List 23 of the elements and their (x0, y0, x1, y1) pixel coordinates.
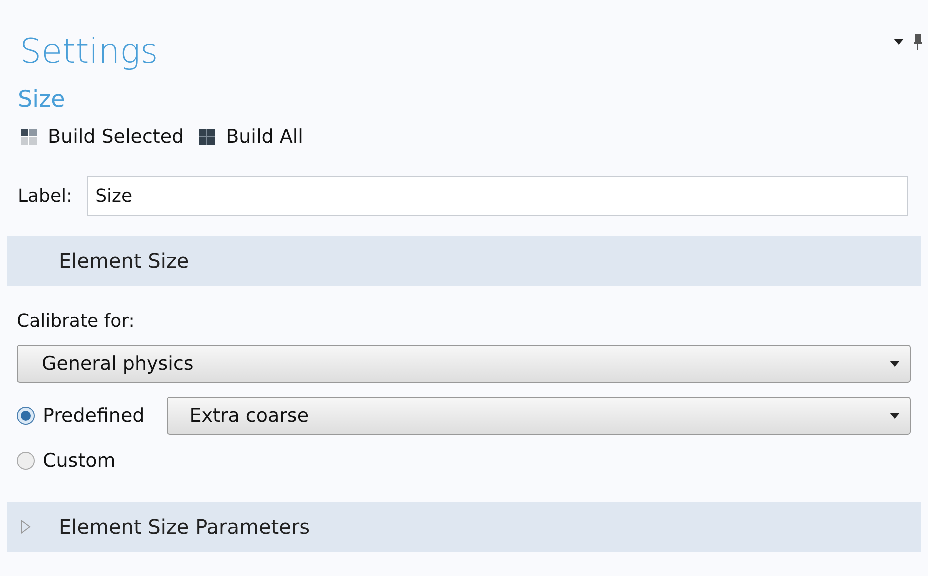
label-input[interactable]: Size (86, 176, 908, 216)
grid-block-icon (20, 128, 38, 146)
node-title: Size (17, 86, 66, 115)
radio-button[interactable] (17, 407, 35, 425)
dropdown-arrow-icon[interactable] (894, 39, 904, 45)
field-label: Calibrate for: (17, 310, 136, 334)
predefined-dropdown[interactable]: Extra coarse (166, 397, 911, 435)
caret-icon (890, 413, 900, 419)
panel-title: Settings (20, 31, 158, 74)
section-header[interactable]: Element Size (7, 236, 921, 286)
build-button[interactable]: Build Selected (20, 122, 184, 152)
radio-label[interactable]: Custom (43, 446, 116, 476)
radio-label[interactable]: Predefined (43, 402, 145, 430)
field-label: Label: (18, 184, 73, 208)
build-button[interactable]: Build All (198, 122, 304, 152)
caret-icon (890, 361, 900, 367)
radio-button[interactable] (17, 452, 35, 470)
grid-block-icon (198, 128, 216, 146)
pin-icon[interactable] (914, 34, 922, 50)
expand-arrow-icon (21, 520, 31, 534)
section-header[interactable]: Element Size Parameters (7, 502, 921, 552)
calibrate-dropdown[interactable]: General physics (17, 345, 911, 383)
caret-icon (894, 39, 904, 45)
